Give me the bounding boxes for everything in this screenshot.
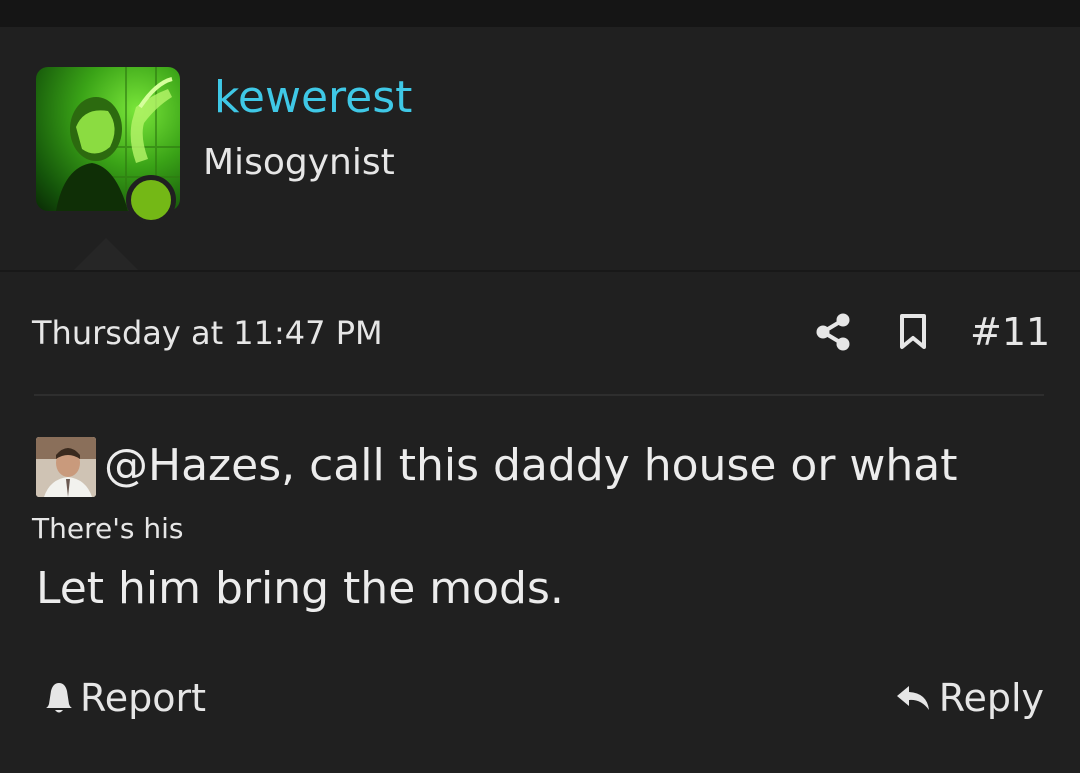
top-bar [0,0,1080,27]
mention-text: @Hazes, call this daddy house or what [104,440,958,491]
reply-button[interactable]: Reply [895,674,1044,722]
bookmark-icon[interactable] [898,313,928,351]
online-status-dot [126,175,176,225]
post-number-link[interactable]: #11 [970,310,1050,354]
report-button[interactable]: Report [44,674,206,722]
author-username[interactable]: kewerest [214,72,412,123]
reply-label: Reply [938,676,1044,720]
author-user-title: Misogynist [203,142,395,183]
meta-divider [34,394,1044,396]
reply-arrow-icon [896,686,929,710]
post-timestamp[interactable]: Thursday at 11:47 PM [32,314,383,352]
post-subtext: There's his [32,512,184,545]
bell-icon [46,683,72,713]
header-pointer [72,238,140,272]
mentioned-user-avatar[interactable] [36,437,96,497]
report-label: Report [80,676,206,720]
post-message: Let him bring the mods. [36,563,564,614]
share-icon[interactable] [814,312,852,352]
